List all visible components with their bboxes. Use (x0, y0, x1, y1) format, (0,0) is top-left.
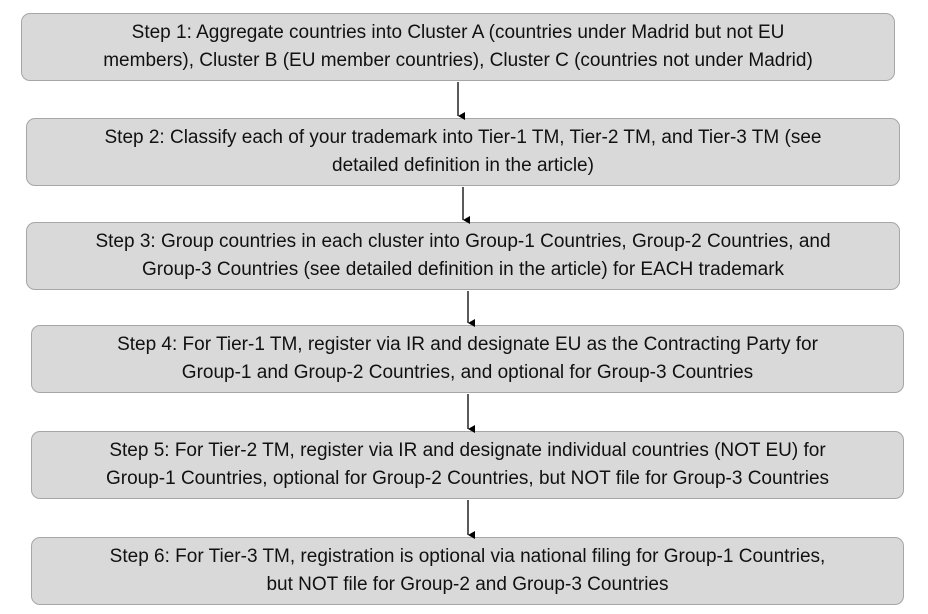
step-3-line-2: Group-3 Countries (see detailed definiti… (141, 259, 785, 280)
step-3-text: Step 3: Group countries in each cluster … (95, 228, 830, 284)
step-6-text: Step 6: For Tier-3 TM, registration is o… (110, 543, 826, 599)
step-2-line-1: Step 2: Classify each of your trademark … (104, 127, 822, 148)
step-4-box: Step 4: For Tier-1 TM, register via IR a… (31, 325, 904, 393)
step-4-line-1: Step 4: For Tier-1 TM, register via IR a… (117, 334, 818, 355)
step-3-box: Step 3: Group countries in each cluster … (26, 222, 900, 290)
step-2-box: Step 2: Classify each of your trademark … (26, 118, 900, 186)
step-5-text: Step 5: For Tier-2 TM, register via IR a… (106, 437, 829, 493)
step-5-line-2: Group-1 Countries, optional for Group-2 … (105, 468, 830, 489)
step-2-text: Step 2: Classify each of your trademark … (105, 124, 822, 180)
step-5-line-1: Step 5: For Tier-2 TM, register via IR a… (109, 440, 826, 461)
step-6-box: Step 6: For Tier-3 TM, registration is o… (31, 537, 904, 605)
step-1-text: Step 1: Aggregate countries into Cluster… (103, 19, 813, 75)
step-4-text: Step 4: For Tier-1 TM, register via IR a… (117, 331, 818, 387)
step-1-line-2: members), Cluster B (EU member countries… (103, 50, 813, 71)
step-2-line-2: detailed definition in the article) (332, 155, 594, 176)
connector-arrows (457, 82, 475, 539)
step-4-line-2: Group-1 and Group-2 Countries, and optio… (181, 362, 754, 383)
step-6-line-1: Step 6: For Tier-3 TM, registration is o… (109, 546, 826, 567)
step-1-box: Step 1: Aggregate countries into Cluster… (21, 13, 895, 81)
step-6-line-2: but NOT file for Group-2 and Group-3 Cou… (266, 574, 669, 595)
step-1-line-1: Step 1: Aggregate countries into Cluster… (131, 22, 785, 43)
step-5-box: Step 5: For Tier-2 TM, register via IR a… (31, 431, 904, 499)
step-3-line-1: Step 3: Group countries in each cluster … (95, 231, 831, 252)
